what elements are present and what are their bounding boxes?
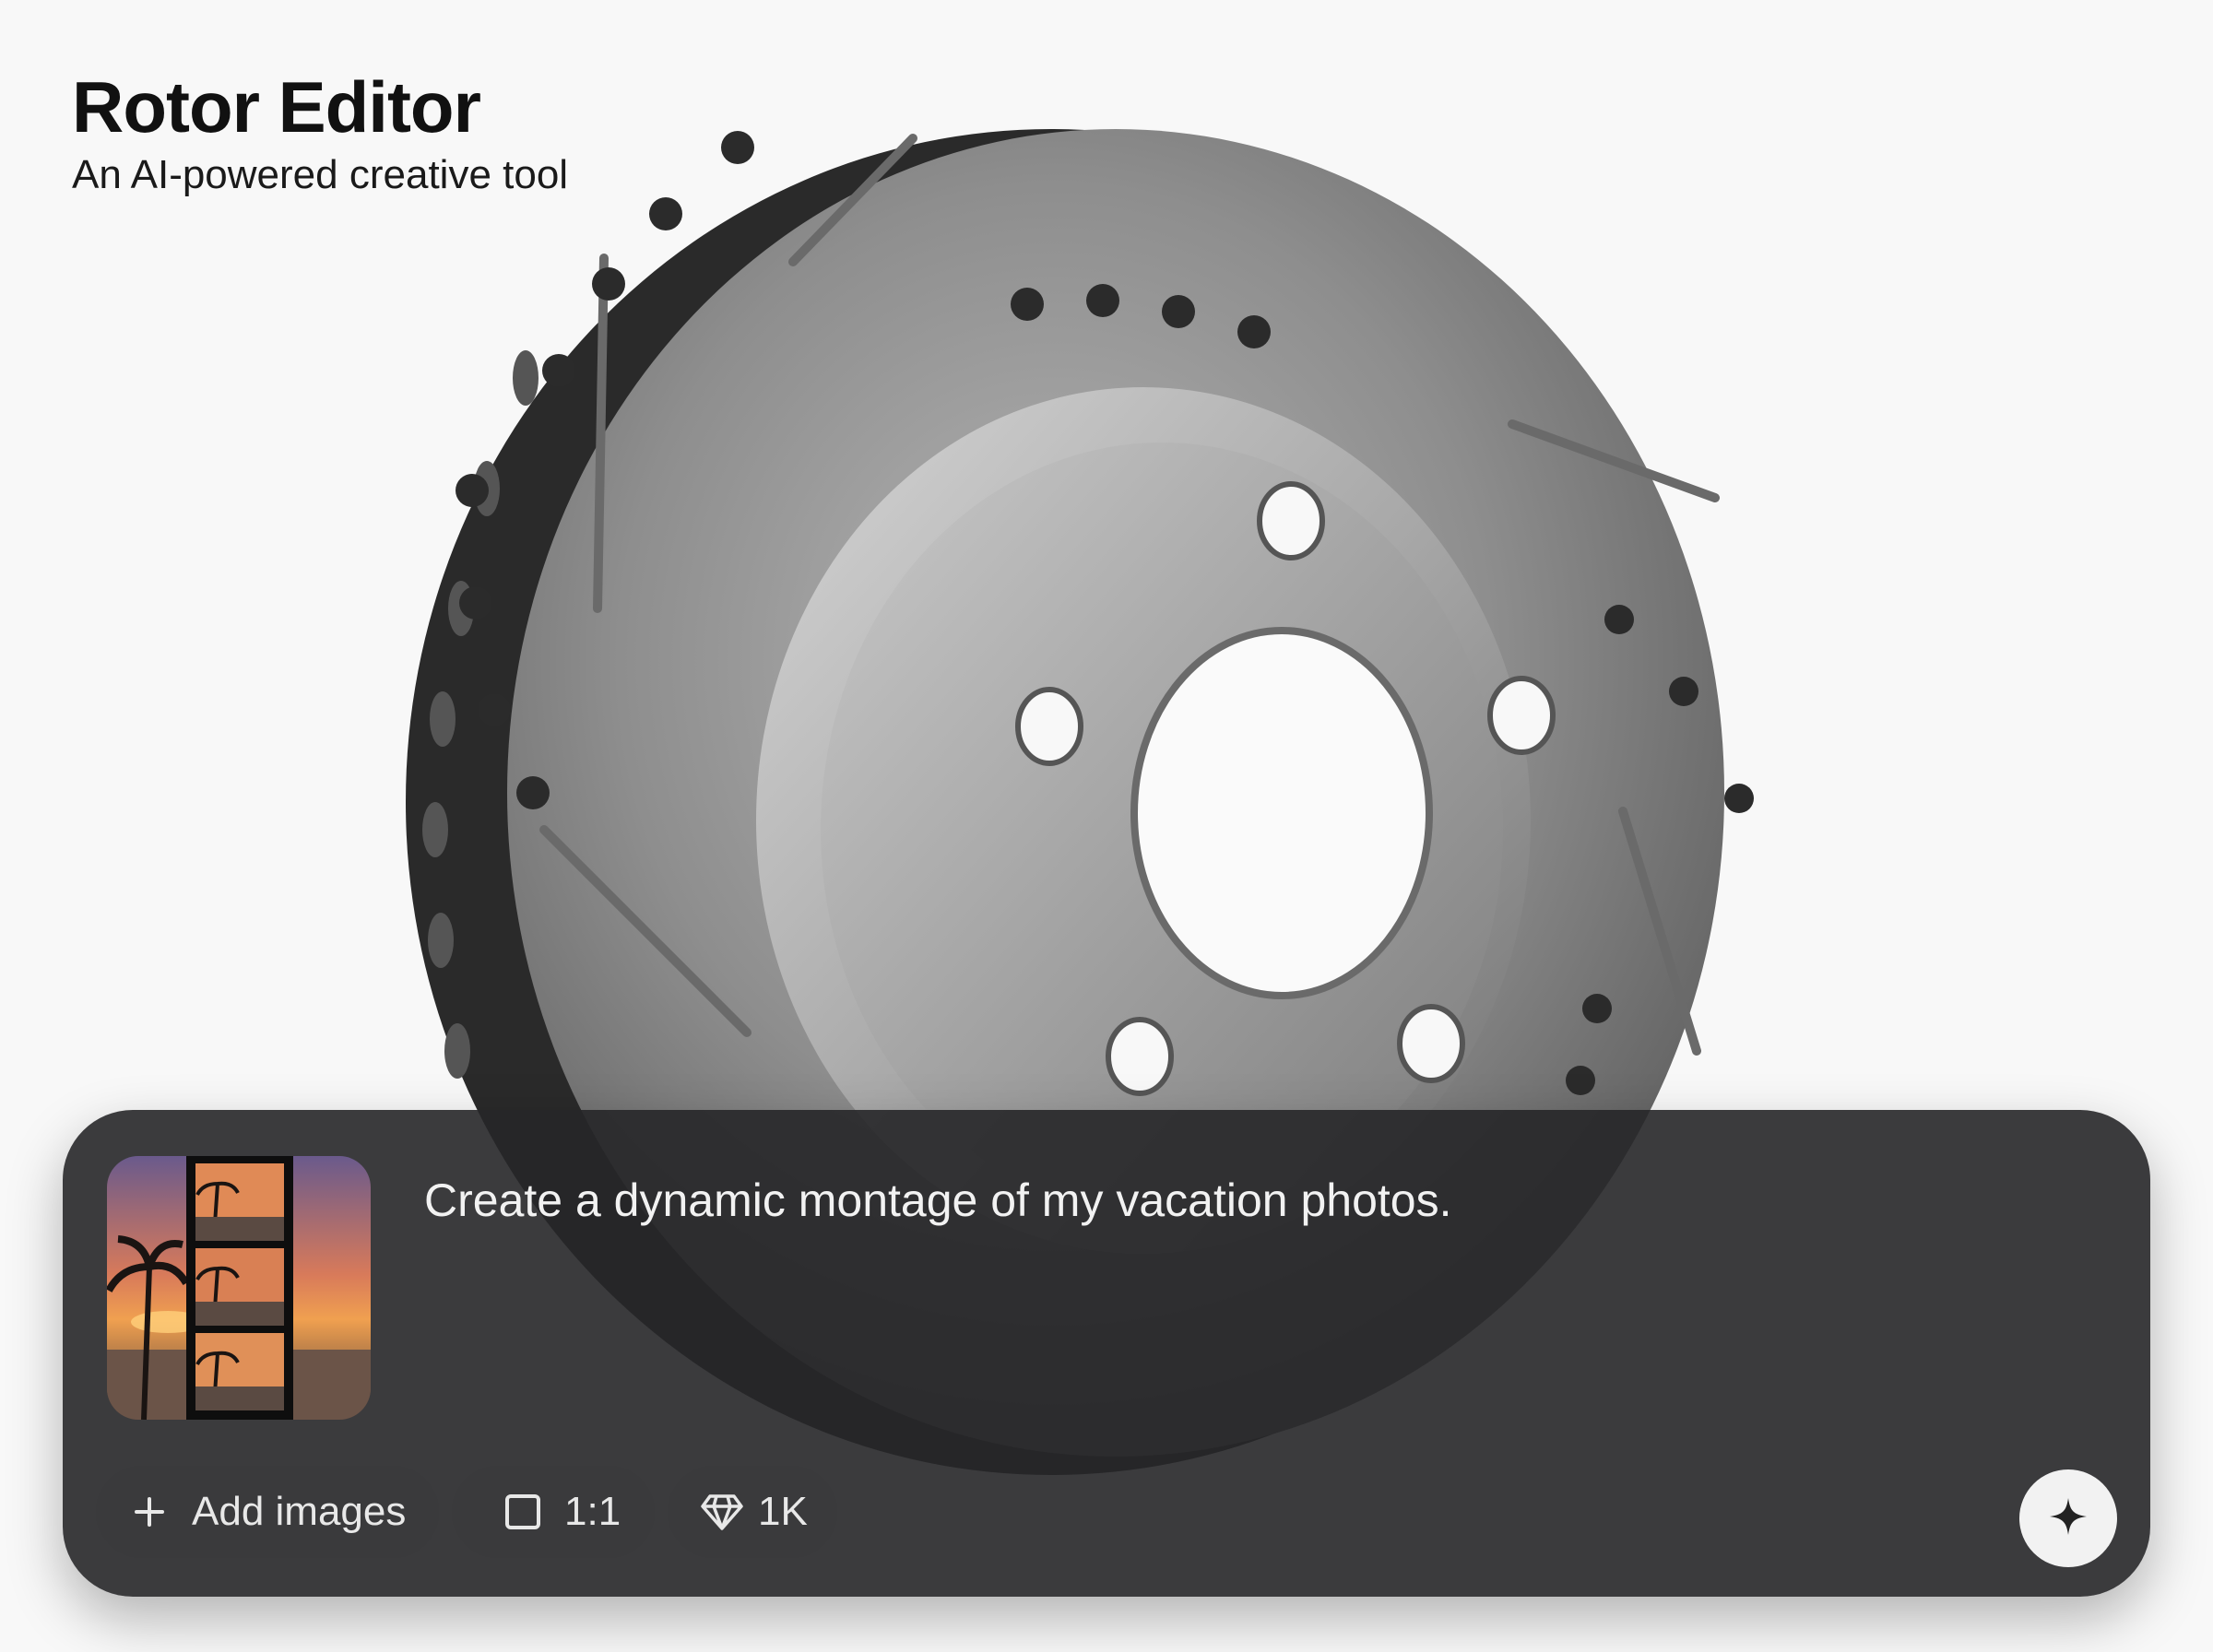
plus-icon xyxy=(131,1493,168,1530)
resolution-button[interactable]: 1K xyxy=(668,1466,837,1558)
add-images-button[interactable]: Add images xyxy=(96,1466,439,1558)
square-icon xyxy=(503,1493,542,1531)
app-header: Rotor Editor An AI-powered creative tool xyxy=(72,65,568,199)
generate-button[interactable] xyxy=(2019,1469,2117,1567)
sparkle-icon xyxy=(2046,1494,2090,1543)
resolution-label: 1K xyxy=(758,1489,808,1534)
add-images-label: Add images xyxy=(192,1489,407,1534)
attachment-thumbnail[interactable] xyxy=(107,1156,371,1420)
prompt-composer: Create a dynamic montage of my vacation … xyxy=(63,1110,2150,1597)
prompt-text[interactable]: Create a dynamic montage of my vacation … xyxy=(424,1171,1992,1230)
aspect-ratio-label: 1:1 xyxy=(564,1489,621,1534)
photo-filmstrip-icon xyxy=(107,1156,371,1420)
app-title: Rotor Editor xyxy=(72,66,481,148)
app-subtitle: An AI-powered creative tool xyxy=(72,152,569,197)
diamond-icon xyxy=(701,1493,743,1531)
aspect-ratio-button[interactable]: 1:1 xyxy=(452,1466,655,1558)
rotor-center-bore xyxy=(1130,627,1433,999)
